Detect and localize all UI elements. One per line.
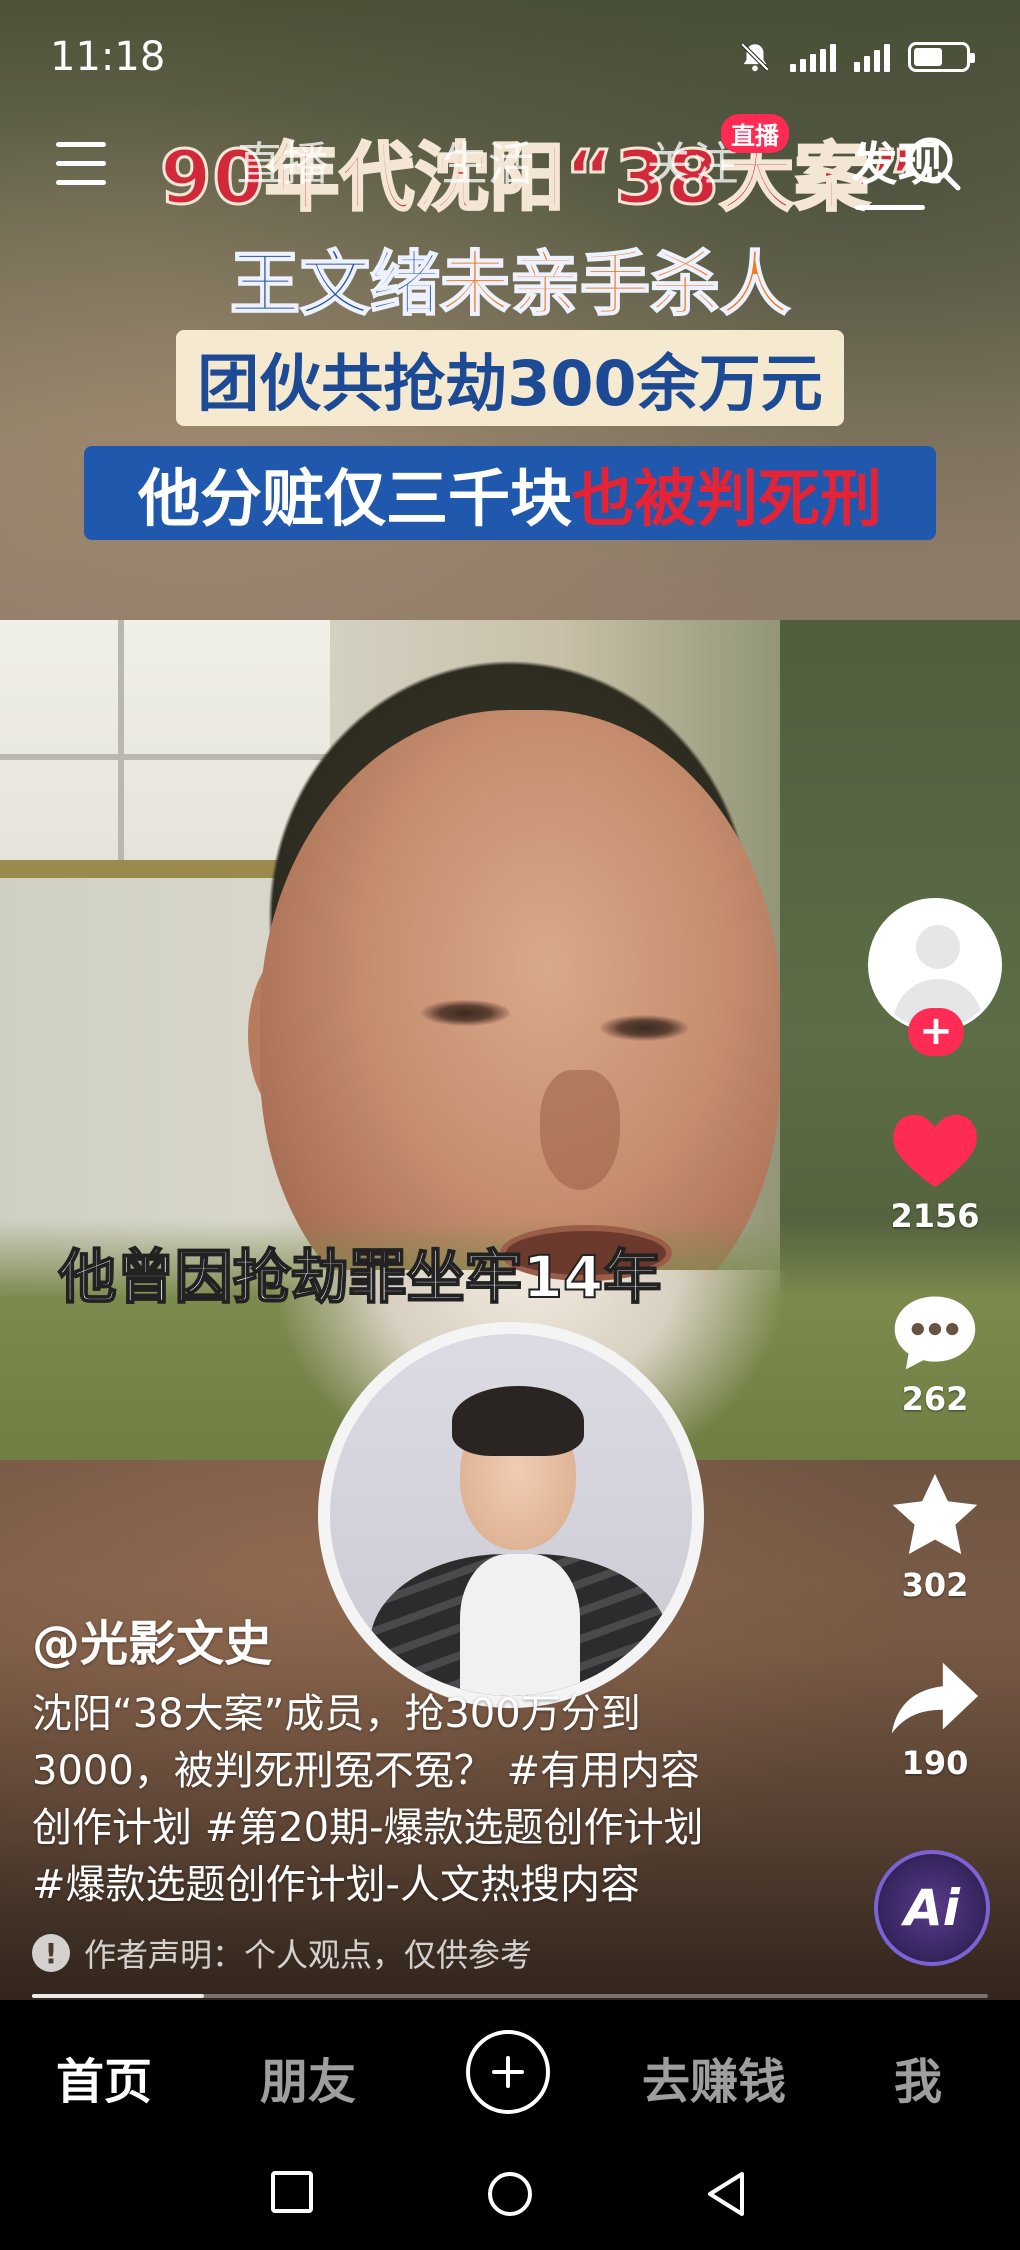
menu-icon[interactable] (56, 142, 106, 188)
tab-life[interactable]: 生活 (385, 128, 590, 194)
tab-live[interactable]: 直播 (180, 128, 385, 194)
share-count: 190 (901, 1744, 969, 1782)
comment-count: 262 (901, 1380, 969, 1418)
recents-icon[interactable] (270, 2170, 314, 2214)
author-name[interactable]: @光影文史 (32, 1604, 272, 1674)
star-icon[interactable] (888, 1470, 982, 1560)
video-progress-fill (32, 1994, 205, 1998)
video-headline-2: 王文绪未亲手杀人 (229, 242, 791, 326)
battery-icon (908, 42, 975, 72)
search-icon[interactable] (904, 134, 964, 194)
author-statement: ! 作者声明：个人观点，仅供参考 (32, 1930, 532, 1976)
system-nav-bar (0, 2140, 1020, 2250)
create-button[interactable] (466, 2030, 550, 2114)
plus-icon (492, 2056, 524, 2088)
comment-action[interactable]: 262 (860, 1288, 1010, 1418)
man-right-eye (600, 1015, 690, 1041)
video-progress-bar[interactable] (32, 1994, 988, 1998)
signal-icon-2 (854, 42, 890, 72)
share-action[interactable]: 190 (860, 1658, 1010, 1782)
status-bar: 11:18 (0, 0, 1020, 120)
share-icon[interactable] (888, 1658, 982, 1738)
like-action[interactable]: 2156 (860, 1105, 1010, 1235)
like-count: 2156 (890, 1197, 980, 1235)
tab-earn[interactable]: 去赚钱 (642, 2042, 786, 2112)
tab-friends[interactable]: 朋友 (260, 2042, 356, 2112)
video-caption-box: 团伙共抢劫300余万元 (176, 330, 844, 426)
post-description[interactable]: 沈阳“38大案”成员，抢300万分到 3000，被判死刑冤不冤？ #有用内容 创… (32, 1686, 752, 1914)
home-icon[interactable] (486, 2170, 534, 2218)
man-nose (540, 1070, 620, 1190)
man-left-eye (420, 1000, 510, 1026)
status-time: 11:18 (50, 34, 166, 80)
presenter-video-bubble[interactable] (318, 1322, 704, 1708)
comment-icon[interactable] (889, 1288, 981, 1374)
favorite-count: 302 (901, 1566, 969, 1604)
heart-icon[interactable] (887, 1105, 983, 1191)
bottom-tab-bar: 首页 朋友 去赚钱 我 (0, 2000, 1020, 2140)
nav-tabs: 直播 生活 关注 直播 发现 (180, 114, 1000, 210)
video-caption-box-2: 他分赃仅三千块 也被判死刑 (84, 446, 936, 540)
warning-icon: ! (32, 1934, 70, 1972)
live-badge: 直播 (721, 114, 789, 153)
tab-me[interactable]: 我 (894, 2042, 942, 2112)
signal-icon-1 (790, 42, 836, 72)
back-icon[interactable] (704, 2170, 748, 2218)
tab-following[interactable]: 关注 直播 (590, 114, 795, 194)
follow-button[interactable]: + (908, 1008, 964, 1056)
favorite-action[interactable]: 302 (860, 1470, 1010, 1604)
mute-bell-icon (740, 42, 770, 72)
tab-discover[interactable]: 发现 (795, 128, 1000, 210)
ai-assistant-button[interactable]: Ai (874, 1850, 990, 1966)
status-icons (738, 40, 975, 74)
tab-home[interactable]: 首页 (56, 2042, 152, 2112)
top-nav: 直播 生活 关注 直播 发现 (0, 114, 1020, 210)
